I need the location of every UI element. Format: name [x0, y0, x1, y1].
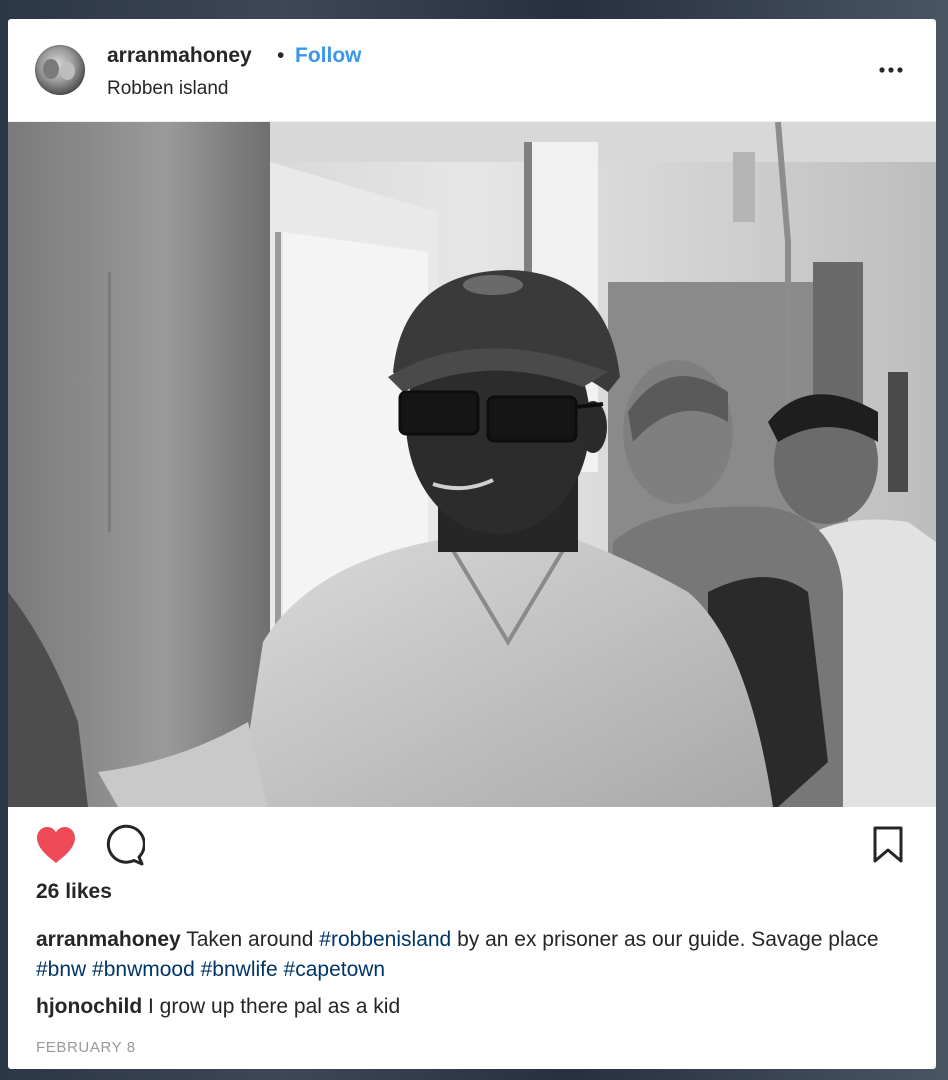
- bookmark-icon[interactable]: [872, 826, 904, 864]
- caption-text: Taken around: [180, 928, 320, 951]
- caption-username[interactable]: arranmahoney: [36, 928, 181, 951]
- hashtag-link[interactable]: #bnwmood: [92, 958, 195, 981]
- hashtag-link[interactable]: #bnwlife: [201, 958, 278, 981]
- hashtag-link[interactable]: #capetown: [284, 958, 386, 981]
- post-header: arranmahoney • Follow Robben island: [8, 19, 936, 122]
- more-options-icon[interactable]: [878, 57, 904, 83]
- post-date[interactable]: FEBRUARY 8: [36, 1039, 136, 1056]
- post-photo[interactable]: [8, 122, 936, 807]
- avatar[interactable]: [35, 45, 85, 95]
- comment-icon[interactable]: [103, 824, 145, 866]
- follow-button[interactable]: Follow: [295, 44, 362, 68]
- hashtag-link[interactable]: #bnw: [36, 958, 86, 981]
- post-card: arranmahoney • Follow Robben island 26 l…: [8, 19, 936, 1069]
- comment-text: I grow up there pal as a kid: [142, 995, 401, 1018]
- comment-item: hjonochild I grow up there pal as a kid: [36, 995, 400, 1019]
- heart-icon[interactable]: [34, 825, 78, 865]
- hashtag-link[interactable]: #robbenisland: [319, 928, 451, 951]
- separator-dot: •: [277, 44, 285, 67]
- comment-username[interactable]: hjonochild: [36, 995, 142, 1018]
- post-caption: arranmahoney Taken around #robbenisland …: [36, 925, 916, 985]
- likes-count[interactable]: 26 likes: [36, 880, 112, 904]
- post-username[interactable]: arranmahoney: [107, 44, 252, 68]
- caption-text: by an ex prisoner as our guide. Savage p…: [451, 928, 879, 951]
- post-location[interactable]: Robben island: [107, 78, 228, 100]
- post-actions: 26 likes arranmahoney Taken around #robb…: [8, 807, 936, 1067]
